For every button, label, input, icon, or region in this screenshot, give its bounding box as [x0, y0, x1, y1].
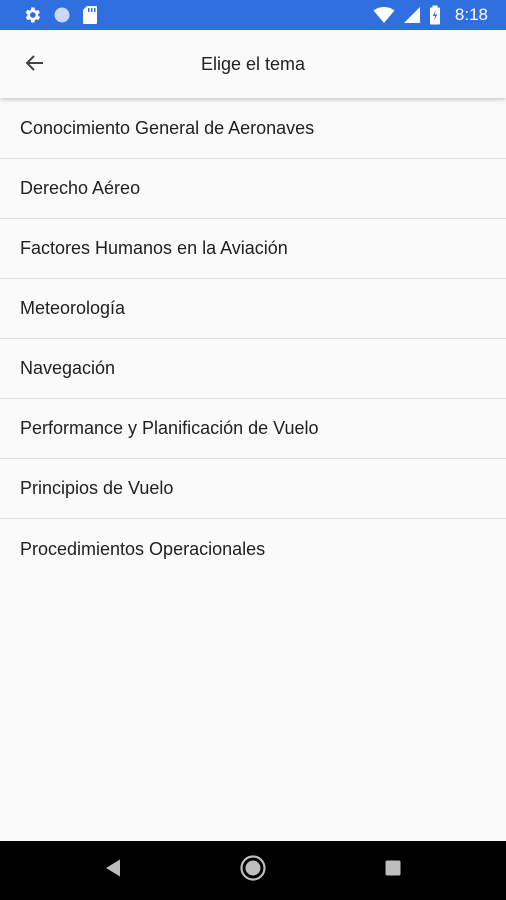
list-item[interactable]: Conocimiento General de Aeronaves: [0, 99, 506, 159]
nav-back-button[interactable]: [83, 841, 143, 900]
app-bar: Elige el tema: [0, 30, 506, 98]
home-circle-icon: [240, 855, 266, 886]
circle-icon: [53, 6, 71, 24]
list-item[interactable]: Performance y Planificación de Vuelo: [0, 399, 506, 459]
settings-icon: [22, 5, 42, 25]
page-title: Elige el tema: [200, 53, 306, 74]
battery-icon: [429, 5, 441, 25]
back-button[interactable]: [14, 44, 56, 86]
list-item[interactable]: Principios de Vuelo: [0, 459, 506, 519]
sd-card-icon: [82, 5, 98, 25]
list-item[interactable]: Derecho Aéreo: [0, 159, 506, 219]
arrow-back-icon: [23, 51, 47, 80]
status-bar: 8:18: [0, 0, 506, 30]
list-item[interactable]: Meteorología: [0, 279, 506, 339]
wifi-icon: [373, 6, 395, 24]
nav-recents-button[interactable]: [363, 841, 423, 900]
status-left-icons: [0, 5, 98, 25]
nav-home-button[interactable]: [223, 841, 283, 900]
signal-icon: [403, 6, 421, 24]
list-item[interactable]: Navegación: [0, 339, 506, 399]
list-item[interactable]: Procedimientos Operacionales: [0, 519, 506, 579]
navigation-bar: [0, 841, 506, 900]
list-item[interactable]: Factores Humanos en la Aviación: [0, 219, 506, 279]
back-triangle-icon: [104, 858, 122, 883]
status-right-icons: 8:18: [373, 5, 506, 25]
recents-square-icon: [384, 859, 402, 882]
status-time: 8:18: [454, 5, 488, 24]
topic-list: Conocimiento General de Aeronaves Derech…: [0, 99, 506, 579]
